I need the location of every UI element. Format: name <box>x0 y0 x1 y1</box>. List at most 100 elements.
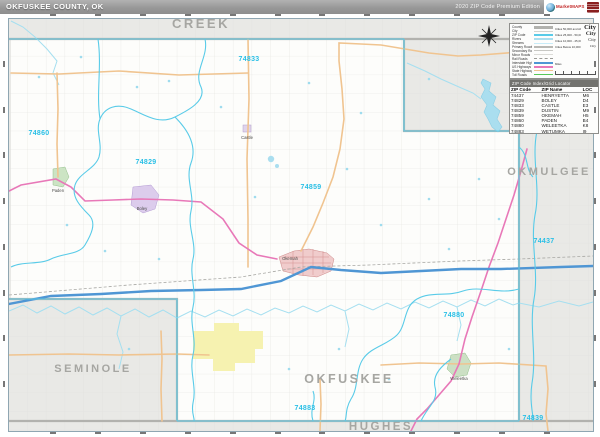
legend-line-sample <box>534 46 553 48</box>
pond-speck <box>359 111 363 115</box>
legend-city-label: Cities 50,000 and Above <box>555 26 581 31</box>
page-title: OKFUSKEE COUNTY, OK <box>6 2 104 11</box>
grid-tick <box>229 432 236 434</box>
legend-line-sample <box>534 26 553 29</box>
county-label-creek: CREEK <box>172 19 230 31</box>
grid-tick <box>594 243 596 250</box>
legend-line-sample <box>534 34 553 37</box>
pond-speck <box>337 347 341 351</box>
grid-tick <box>49 14 56 16</box>
grid-tick <box>139 432 146 434</box>
legend-city-label: Cities Below 10,000 <box>555 44 581 49</box>
pond-speck <box>135 85 139 89</box>
grid-tick <box>139 14 146 16</box>
grid-tick <box>3 106 5 113</box>
grid-tick <box>594 289 596 296</box>
legend-label: Toll Roads <box>512 72 527 77</box>
zip-table-row: 74437 HENRYETTA M6 <box>510 92 598 98</box>
legend-line-sample <box>534 54 553 56</box>
legend-line-sample <box>534 50 553 52</box>
grid-tick <box>499 14 506 16</box>
map-frame: CREEK OKMULGEE SEMINOLE OKFUSKEE HUGHES 74833… <box>8 18 599 432</box>
grid-tick <box>3 60 5 67</box>
scale-miles-ruler <box>555 70 596 75</box>
legend-city-row: Cities Below 10,000 City <box>555 44 596 50</box>
pond-speck <box>79 55 83 59</box>
grid-tick <box>594 152 596 159</box>
grid-tick <box>229 14 236 16</box>
grid-tick <box>544 432 551 434</box>
legend-line-items: County City ZIP Code Rivers Streams Primary R… <box>512 25 553 77</box>
grid-tick <box>184 432 191 434</box>
zip-table-title: ZIP Code Index/Grid Locator <box>510 80 598 87</box>
grid-tick <box>364 432 371 434</box>
scale-bar-miles: Miles <box>555 52 596 75</box>
pond-speck <box>477 177 481 181</box>
zip-table-cell: 74883 <box>511 128 524 134</box>
legend-row-toll-roads: Toll Roads <box>512 73 553 77</box>
zip-table-header-row: ZIP Code ZIP Name LOC <box>510 86 598 93</box>
zip-label-74860: 74860 <box>29 130 50 137</box>
grid-tick <box>94 14 101 16</box>
grid-tick <box>3 381 5 388</box>
grid-tick <box>49 432 56 434</box>
grid-tick <box>274 14 281 16</box>
zip-label-74437: 74437 <box>534 238 555 245</box>
legend-city-label: Cities 25,000 - 50,000 <box>555 32 581 37</box>
county-label-okmulgee: OKMULGEE <box>507 166 591 178</box>
zip-table-row: 74880 WELEETKA K8 <box>510 123 598 128</box>
legend-line-sample <box>534 42 553 44</box>
grid-tick <box>544 14 551 16</box>
pond-speck <box>497 217 501 221</box>
zip-label-74880: 74880 <box>444 312 465 319</box>
grid-tick <box>594 381 596 388</box>
grid-tick <box>364 14 371 16</box>
legend-line-sample <box>534 69 553 72</box>
title-bar: OKFUSKEE COUNTY, OK 2020 ZIP Code Premiu… <box>0 0 600 14</box>
publisher-logo: MarketMAPS <box>544 0 600 14</box>
grid-tick <box>409 14 416 16</box>
legend-line-sample <box>534 30 553 33</box>
zip-table-cell: I9 <box>582 128 587 134</box>
zip-label-74859: 74859 <box>301 184 322 191</box>
grid-tick <box>3 198 5 205</box>
pond-speck <box>427 77 431 81</box>
city-label-weleetka: Weleetka <box>450 376 468 381</box>
zip-index-table: ZIP Code Index/Grid Locator ZIP Code ZIP … <box>509 79 599 134</box>
grid-tick <box>184 14 191 16</box>
legend-line-sample <box>534 73 553 76</box>
map-canvas: CREEK OKMULGEE SEMINOLE OKFUSKEE HUGHES 74833… <box>9 19 593 431</box>
grid-tick <box>594 106 596 113</box>
legend-panel: County City ZIP Code Rivers Streams Primary R… <box>509 23 599 100</box>
city-label-paden: Paden <box>52 188 65 193</box>
page: { "header": { "title": "OKFUSKEE COUNTY,… <box>0 0 600 437</box>
legend-city-items: Cities 50,000 and Above City Cities 25,000… <box>555 25 596 100</box>
pond-speck <box>379 223 383 227</box>
grid-tick <box>594 335 596 342</box>
legend-city-label: Cities 10,000 - 25,000 <box>555 38 581 43</box>
pond-speck <box>287 367 291 371</box>
zip-label-74839: 74839 <box>523 415 544 422</box>
pond-speck <box>447 247 451 251</box>
grid-tick <box>3 289 5 296</box>
zip-label-74883: 74883 <box>295 405 316 412</box>
city-castle-area <box>242 124 252 133</box>
pond-speck <box>65 223 69 227</box>
grid-tick <box>3 335 5 342</box>
pond-speck <box>507 347 511 351</box>
zip-label-74833: 74833 <box>239 56 260 63</box>
logo-text: MarketMAPS <box>556 3 585 9</box>
pond-speck <box>427 197 431 201</box>
pond-speck <box>37 75 41 79</box>
scale-miles-label: Miles <box>555 62 562 66</box>
legend-line-sample <box>534 58 553 60</box>
zip-table-row: 74883 WETUMKA I9 <box>510 128 598 134</box>
grid-tick <box>594 198 596 205</box>
legend-line-sample <box>534 61 553 64</box>
grid-tick <box>94 432 101 434</box>
county-label-hughes: HUGHES <box>349 421 413 431</box>
legend-line-sample <box>534 65 553 68</box>
zip-label-74829: 74829 <box>136 159 157 166</box>
zip-table-cell: WETUMKA <box>541 128 565 134</box>
pond-speck <box>127 347 131 351</box>
